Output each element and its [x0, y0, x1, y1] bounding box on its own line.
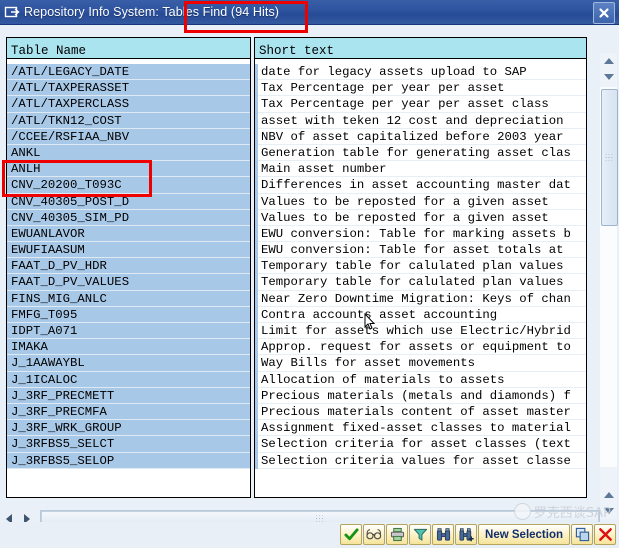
table-row[interactable]: Selection criteria values for asset clas…	[255, 452, 586, 469]
title-bar: Repository Info System: Tables Find (94 …	[0, 0, 619, 25]
table-row[interactable]: Selection criteria for asset classes (te…	[255, 436, 586, 453]
table-row[interactable]: asset with teken 12 cost and depreciatio…	[255, 112, 586, 129]
chevron-down-icon	[603, 508, 614, 514]
table-row[interactable]: FAAT_D_PV_VALUES	[7, 274, 250, 291]
table-row[interactable]: J_3RF_PRECMETT	[7, 387, 250, 404]
table-row[interactable]: Limit for assets which use Electric/Hybr…	[255, 323, 586, 340]
table-row[interactable]: J_3RF_PRECMFA	[7, 403, 250, 421]
results-grid: Table Name /ATL/LEGACY_DATE/ATL/TAXPERAS…	[6, 37, 587, 510]
table-row[interactable]: Temporary table for calulated plan value…	[255, 274, 586, 291]
scroll-down-button[interactable]	[600, 503, 617, 519]
scroll-page-down-button[interactable]	[600, 487, 617, 503]
table-row[interactable]: CNV_40305_POST_D	[7, 193, 250, 210]
table-row[interactable]: Allocation of materials to assets	[255, 371, 586, 388]
table-row[interactable]: /ATL/TKN12_COST	[7, 112, 250, 129]
scroll-up-button[interactable]	[600, 53, 617, 69]
table-row[interactable]: FMFG_T095	[7, 306, 250, 323]
table-row[interactable]: IMAKA	[7, 339, 250, 356]
display-button[interactable]	[363, 524, 386, 545]
table-row[interactable]: Way Bills for asset movements	[255, 355, 586, 372]
print-button[interactable]	[386, 524, 409, 545]
table-row[interactable]: EWU conversion: Table for marking assets…	[255, 225, 586, 243]
table-name-rows: /ATL/LEGACY_DATE/ATL/TAXPERASSET/ATL/TAX…	[7, 64, 250, 469]
table-row[interactable]: J_3RFBS5_SELCT	[7, 436, 250, 453]
continue-button[interactable]	[340, 524, 363, 545]
short-text-column: Short text date for legacy assets upload…	[254, 37, 587, 498]
table-row[interactable]: CNV_20200_T093C	[7, 177, 250, 194]
table-row[interactable]: Generation table for generating asset cl…	[255, 144, 586, 162]
table-row[interactable]: FINS_MIG_ANLC	[7, 290, 250, 307]
short-text-rows: date for legacy assets upload to SAP Tax …	[255, 64, 586, 469]
copy-button[interactable]	[571, 524, 593, 545]
table-name-column: Table Name /ATL/LEGACY_DATE/ATL/TAXPERAS…	[6, 37, 251, 498]
table-row[interactable]: J_1AAWAYBL	[7, 355, 250, 372]
window-close-button[interactable]	[593, 2, 615, 24]
table-row[interactable]: Temporary table for calulated plan value…	[255, 258, 586, 275]
chevron-up-icon	[603, 492, 614, 498]
table-row[interactable]: Precious materials (metals and diamonds)…	[255, 387, 586, 404]
table-row[interactable]: CNV_40305_SIM_PD	[7, 209, 250, 226]
table-row[interactable]: J_3RFBS5_SELOP	[7, 452, 250, 469]
scrollbar-bottom-buttons	[600, 487, 617, 519]
new-selection-button[interactable]: New Selection	[478, 524, 570, 545]
short-text-header[interactable]: Short text	[255, 38, 586, 59]
table-row[interactable]: /CCEE/RSFIAA_NBV	[7, 128, 250, 145]
scroll-page-up-button[interactable]	[600, 69, 617, 85]
table-row[interactable]: Tax Percentage per year per asset class	[255, 96, 586, 113]
grip-dots-icon: ::::::	[605, 152, 614, 163]
window-title: Repository Info System: Tables Find (94 …	[24, 5, 280, 19]
chevron-down-icon	[603, 74, 614, 80]
table-row[interactable]: Tax Percentage per year per asset	[255, 80, 586, 97]
table-row[interactable]: ANLH	[7, 161, 250, 178]
table-row[interactable]: EWUFIAASUM	[7, 242, 250, 259]
window-restore-icon	[4, 4, 20, 20]
table-row[interactable]: J_3RF_WRK_GROUP	[7, 420, 250, 437]
table-row[interactable]: NBV of asset capitalized before 2003 yea…	[255, 128, 586, 145]
find-button[interactable]	[432, 524, 455, 545]
table-row[interactable]: Values to be reposted for a given asset	[255, 209, 586, 226]
footer-button-bar: New Selection	[340, 524, 616, 545]
cancel-button[interactable]	[594, 524, 616, 545]
dialog-content: Table Name /ATL/LEGACY_DATE/ATL/TAXPERAS…	[0, 25, 619, 519]
printer-icon	[390, 527, 404, 542]
table-row[interactable]: ANKL	[7, 144, 250, 162]
table-name-header[interactable]: Table Name	[7, 38, 250, 59]
binoculars-icon	[436, 528, 450, 541]
vertical-scrollbar[interactable]: ::::::	[600, 53, 618, 519]
table-row[interactable]: date for legacy assets upload to SAP	[255, 64, 586, 81]
table-row[interactable]: Main asset number	[255, 161, 586, 178]
table-row[interactable]: FAAT_D_PV_HDR	[7, 258, 250, 275]
table-row[interactable]: Differences in asset accounting master d…	[255, 177, 586, 194]
table-row[interactable]: /ATL/TAXPERCLASS	[7, 96, 250, 113]
table-row[interactable]: IDPT_A071	[7, 323, 250, 340]
table-row[interactable]: EWU conversion: Table for asset totals a…	[255, 242, 586, 259]
copy-icon	[575, 527, 589, 542]
filter-button[interactable]	[409, 524, 432, 545]
funnel-icon	[413, 528, 427, 541]
glasses-icon	[366, 529, 382, 540]
short-text-header-label: Short text	[259, 43, 335, 58]
table-row[interactable]: Near Zero Downtime Migration: Keys of ch…	[255, 290, 586, 307]
green-check-icon	[344, 528, 359, 541]
scrollbar-thumb[interactable]: ::::::	[601, 89, 618, 226]
red-x-icon	[598, 528, 612, 541]
close-icon	[599, 8, 609, 18]
binoculars-plus-icon	[459, 528, 474, 542]
find-next-button[interactable]	[455, 524, 478, 545]
dialog-footer: New Selection	[0, 522, 619, 548]
table-row[interactable]: Assignment fixed-asset classes to materi…	[255, 420, 586, 437]
table-row[interactable]: Contra accounts asset accounting	[255, 306, 586, 323]
table-row[interactable]: Approp. request for assets or equipment …	[255, 339, 586, 356]
table-row[interactable]: /ATL/TAXPERASSET	[7, 80, 250, 97]
chevron-up-icon	[603, 58, 614, 64]
table-row[interactable]: J_1ICALOC	[7, 371, 250, 388]
table-row[interactable]: /ATL/LEGACY_DATE	[7, 64, 250, 81]
table-row[interactable]: EWUANLAVOR	[7, 225, 250, 243]
table-row[interactable]: Values to be reposted for a given asset	[255, 193, 586, 210]
table-name-header-label: Table Name	[11, 43, 87, 58]
sap-dialog-window: Repository Info System: Tables Find (94 …	[0, 0, 619, 548]
table-row[interactable]: Precious materials content of asset mast…	[255, 403, 586, 421]
